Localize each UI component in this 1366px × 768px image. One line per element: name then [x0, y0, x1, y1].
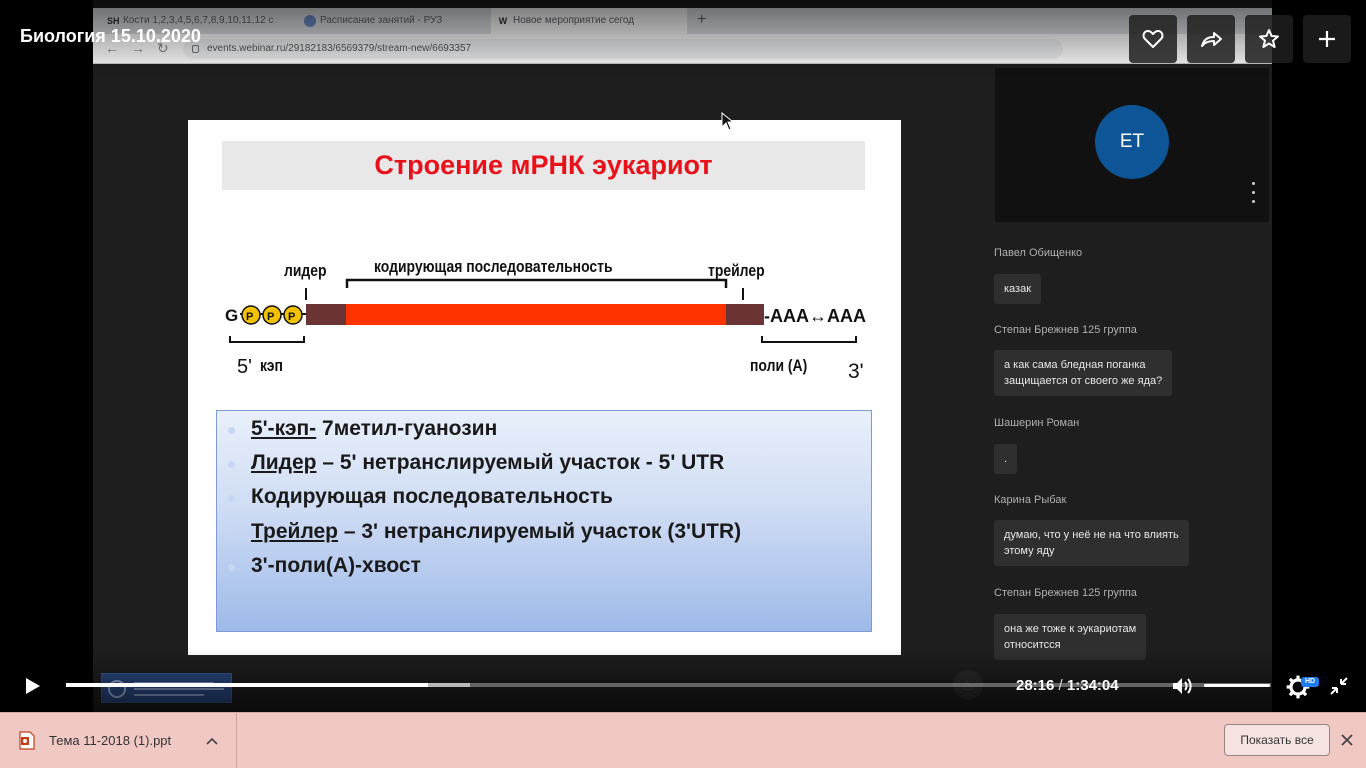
- slide-bullet: Кодирующая последовательность: [225, 483, 865, 515]
- star-icon: [1259, 29, 1279, 48]
- hd-badge: HD: [1301, 677, 1319, 687]
- five-prime-label: 5': [237, 356, 252, 378]
- tab-favicon: W: [498, 16, 508, 26]
- cap-bracket: [229, 336, 305, 343]
- bullet-dot: [228, 461, 235, 468]
- bullet-description: 3'-поли(А)-хвост: [251, 554, 421, 577]
- plus-icon: [1319, 31, 1335, 47]
- three-prime-label: 3': [848, 360, 864, 383]
- slide-bullet: 5'-кэп- 7метил-гуанозин: [225, 415, 865, 447]
- more-vertical-icon: [1252, 182, 1255, 210]
- bullet-term: 5'-кэп-: [251, 417, 317, 440]
- like-button[interactable]: [1129, 15, 1177, 63]
- show-all-downloads-button[interactable]: Показать все: [1224, 724, 1330, 756]
- play-icon: [26, 678, 40, 694]
- duration: 1:34:04: [1066, 677, 1119, 694]
- chat-panel: Павел Обищенко казак Степан Брежнев 125 …: [994, 230, 1270, 670]
- guanosine-label: G: [225, 306, 238, 325]
- slide-bullet: Трейлер – 3' нетранслируемый участок (3'…: [225, 518, 865, 550]
- chat-author: Карина Рыбак: [994, 494, 1067, 506]
- recorded-url-field: events.webinar.ru/29182183/6569379/strea…: [183, 39, 1063, 59]
- trailer-segment: [726, 304, 764, 325]
- presentation-thumbnail: [101, 673, 232, 703]
- download-item[interactable]: Тема 11-2018 (1).ppt: [0, 713, 237, 768]
- exit-fullscreen-button[interactable]: [1328, 675, 1350, 697]
- poly-a-label: поли (А): [750, 356, 808, 375]
- bullet-dot: [228, 564, 235, 571]
- slide-bullet: Лидер – 5' нетранслируемый участок - 5' …: [225, 449, 865, 481]
- chat-message: думаю, что у неё не на что влиять этому я…: [994, 520, 1189, 566]
- speaker-icon: [1173, 678, 1182, 694]
- bullet-description: 7метил-гуанозин: [316, 417, 498, 440]
- presentation-slide: Строение мРНК эукариот G P P P -AAA↔AAA …: [188, 120, 901, 655]
- coding-sequence-label: кодирующая последовательность: [374, 257, 613, 276]
- recorded-tab: Расписание занятий - РУЗ: [298, 8, 488, 34]
- chat-message: казак: [994, 274, 1042, 304]
- video-player-page: SH Кости 1,2,3,4,5,6,7,8,9,10,11,12 с Ра…: [0, 0, 1366, 768]
- phosphate-label: P: [288, 311, 295, 323]
- collapse-icon: [1330, 677, 1348, 695]
- close-icon[interactable]: [1340, 733, 1354, 747]
- chat-message: она же тоже к эукариотам относитсся: [994, 614, 1147, 660]
- bullet-dot: [228, 427, 235, 434]
- time-separator: /: [1058, 677, 1063, 694]
- recorded-address-bar: ← → ↻ events.webinar.ru/29182183/6569379…: [93, 34, 1272, 64]
- avatar: ЕТ: [1095, 105, 1169, 179]
- cursor-icon: [721, 112, 735, 131]
- bullet-description: – 3' нетранслируемый участок (3'UTR): [338, 520, 742, 543]
- tab-title: Расписание занятий - РУЗ: [320, 15, 443, 26]
- played-progress: [66, 683, 428, 687]
- bullet-description: Кодирующая последовательность: [251, 485, 613, 508]
- bullet-dot: [228, 530, 235, 537]
- play-button[interactable]: [20, 674, 44, 698]
- video-title: Биология 15.10.2020: [20, 26, 201, 46]
- slide-bullet: 3'-поли(А)-хвост: [225, 552, 865, 584]
- trailer-label: трейлер: [708, 261, 765, 280]
- powerpoint-file-icon: [19, 731, 35, 750]
- downloads-bar: Тема 11-2018 (1).ppt Показать все: [0, 712, 1366, 768]
- cap-label: кэп: [260, 356, 283, 375]
- leader-segment: [306, 304, 346, 325]
- chevron-up-icon[interactable]: [205, 734, 219, 748]
- download-file-name: Тема 11-2018 (1).ppt: [49, 733, 172, 748]
- chat-author: Степан Брежнев 125 группа: [994, 324, 1137, 336]
- chat-message: .: [994, 444, 1018, 474]
- coding-segment: [346, 304, 726, 325]
- leader-label: лидер: [284, 261, 327, 280]
- recorded-tab-active: W Новое мероприятие сегод: [491, 8, 687, 34]
- bullet-description: – 5' нетранслируемый участок - 5' UTR: [316, 451, 725, 474]
- tab-title: Кости 1,2,3,4,5,6,7,8,9,10,11,12 с: [123, 15, 274, 26]
- add-button[interactable]: [1303, 15, 1351, 63]
- plus-icon: +: [697, 11, 707, 28]
- share-button[interactable]: [1187, 15, 1235, 63]
- volume-slider[interactable]: [1204, 684, 1270, 687]
- chat-author: Степан Брежнев 125 группа: [994, 587, 1137, 599]
- share-arrow-icon: [1201, 32, 1222, 47]
- chat-author: Шашерин Роман: [994, 417, 1080, 429]
- poly-a-tail: -AAA↔AAA: [764, 306, 866, 326]
- bullet-term: Лидер: [251, 451, 317, 474]
- bullet-term: Трейлер: [251, 520, 339, 543]
- recorded-tab-bar: SH Кости 1,2,3,4,5,6,7,8,9,10,11,12 с Ра…: [93, 8, 1272, 34]
- time-display: 28:16 / 1:34:04: [1016, 677, 1119, 694]
- volume-button[interactable]: [1170, 674, 1194, 698]
- participant-video-tile: ЕТ: [995, 68, 1269, 222]
- recorded-url-text: events.webinar.ru/29182183/6569379/strea…: [207, 43, 472, 54]
- slide-bullet-box: 5'-кэп- 7метил-гуанозин Лидер – 5' нетра…: [216, 410, 872, 632]
- recorded-screen: SH Кости 1,2,3,4,5,6,7,8,9,10,11,12 с Ра…: [93, 0, 1272, 712]
- heart-icon: [1142, 30, 1164, 48]
- chat-author: Павел Обищенко: [994, 247, 1083, 259]
- tab-title: Новое мероприятие сегод: [513, 15, 635, 26]
- bullet-dot: [228, 495, 235, 502]
- current-time: 28:16: [1016, 677, 1055, 694]
- poly-a-bracket: [761, 336, 857, 343]
- phosphate-label: P: [246, 311, 253, 323]
- globe-icon: [304, 15, 316, 27]
- coding-bracket: [345, 278, 728, 288]
- phosphate-label: P: [267, 311, 274, 323]
- bookmark-star-button[interactable]: [1245, 15, 1293, 63]
- chat-message: а как сама бледная поганка защищается от …: [994, 350, 1173, 396]
